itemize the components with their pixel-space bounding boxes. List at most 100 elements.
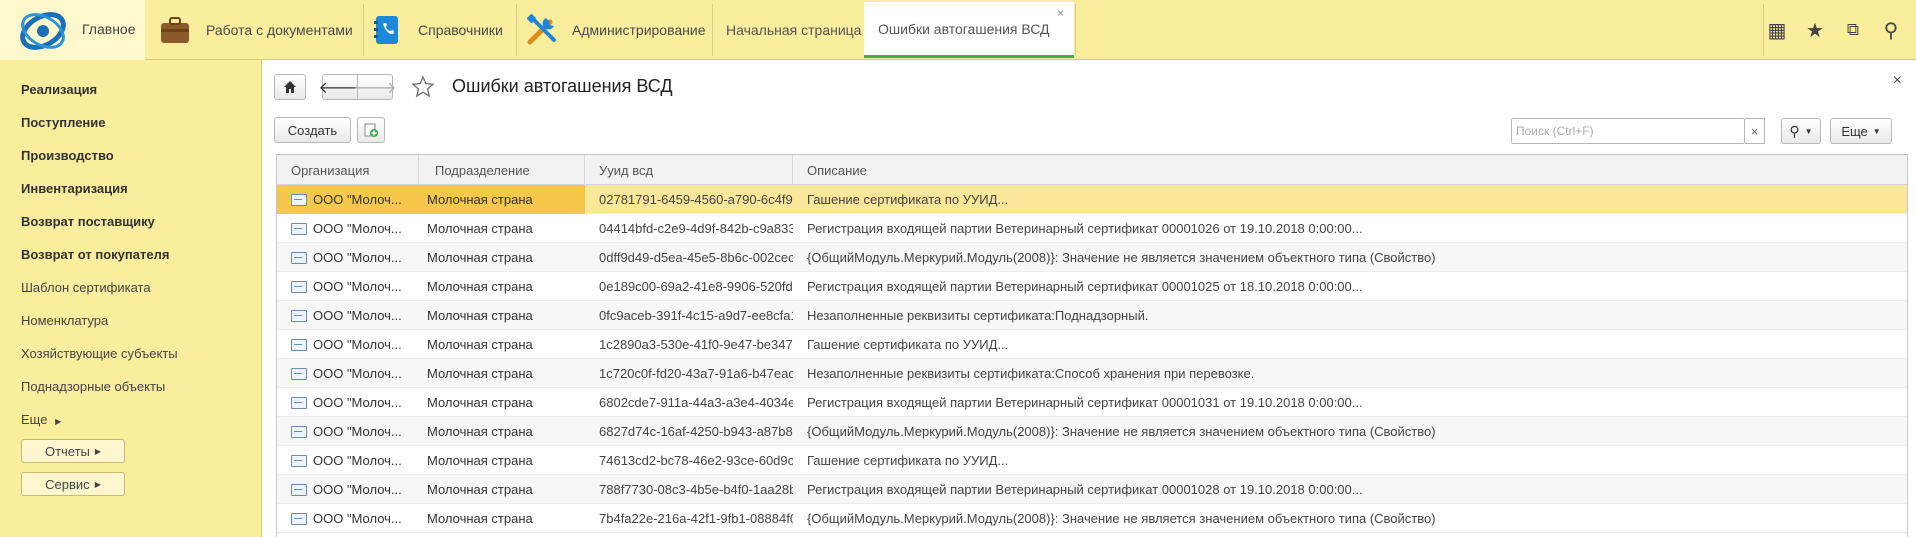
favorites-star-icon[interactable]: ★ xyxy=(1796,0,1834,60)
cell-uuid: 6802cde7-911a-44a3-a3e4-4034ee2... xyxy=(599,395,793,410)
more-button-label: Еще xyxy=(1841,123,1868,139)
table-header: Организация Подразделение Ууид всд Описа… xyxy=(277,155,1907,185)
caret-down-icon: ▼ xyxy=(1872,126,1881,136)
column-description[interactable]: Описание xyxy=(793,155,1907,185)
table-row[interactable]: ООО "Молоч... Молочная страна 0fc9aceb-3… xyxy=(277,301,1907,330)
sidebar-item-certificate-template[interactable]: Шаблон сертификата xyxy=(21,280,151,295)
sidebar-more[interactable]: Еще ▶ xyxy=(21,412,61,427)
home-section[interactable]: Главное xyxy=(0,0,145,60)
cell-organization: ООО "Молоч... xyxy=(277,475,419,504)
cell-division: Молочная страна xyxy=(427,221,533,236)
cell-division: Молочная страна xyxy=(427,482,533,497)
form-close-icon[interactable]: × xyxy=(1893,72,1902,90)
copy-button[interactable] xyxy=(357,117,385,143)
table-row[interactable]: ООО "Молоч... Молочная страна 7b4fa22e-2… xyxy=(277,504,1907,533)
sidebar-item-inventory[interactable]: Инвентаризация xyxy=(21,181,128,196)
service-button[interactable]: Сервис ▶ xyxy=(21,472,125,496)
errors-table: Организация Подразделение Ууид всд Описа… xyxy=(276,154,1908,537)
table-row[interactable]: ООО "Молоч... Молочная страна 0dff9d49-d… xyxy=(277,243,1907,272)
sidebar-item-production[interactable]: Производство xyxy=(21,148,114,163)
caret-right-icon: ▶ xyxy=(55,417,62,426)
cell-division: Молочная страна xyxy=(427,250,533,265)
phonebook-icon xyxy=(374,16,398,44)
cell-uuid: 0fc9aceb-391f-4c15-a9d7-ee8cfa1b8f... xyxy=(599,308,793,323)
cell-uuid: 7b4fa22e-216a-42f1-9fb1-08884f0ac28f xyxy=(599,511,793,526)
table-row[interactable]: ООО "Молоч... Молочная страна 74613cd2-b… xyxy=(277,446,1907,475)
cell-description: Гашение сертификата по УУИД... xyxy=(807,453,1009,468)
cell-uuid: 02781791-6459-4560-a790-6c4f9c1e... xyxy=(599,192,793,207)
sidebar-item-supervised-objects[interactable]: Поднадзорные объекты xyxy=(21,379,165,394)
sidebar-item-receipts[interactable]: Поступление xyxy=(21,115,106,130)
table-row[interactable]: ООО "Молоч... Молочная страна 0e189c00-6… xyxy=(277,272,1907,301)
magnifier-icon: ⚲ xyxy=(1789,122,1800,139)
sidebar-item-sales[interactable]: Реализация xyxy=(21,82,97,97)
history-icon[interactable]: ⧉ xyxy=(1834,0,1872,60)
record-icon xyxy=(291,367,307,380)
section-administration[interactable]: Администрирование xyxy=(524,0,706,60)
search-clear-icon[interactable]: × xyxy=(1745,118,1765,144)
favorite-star-icon[interactable] xyxy=(411,75,435,99)
column-division[interactable]: Подразделение xyxy=(419,155,585,185)
tab-home-page-label: Начальная страница xyxy=(726,22,862,38)
reports-button[interactable]: Отчеты ▶ xyxy=(21,439,125,463)
table-row[interactable]: ООО "Молоч... Молочная страна 04414bfd-c… xyxy=(277,214,1907,243)
sidebar-item-business-entities[interactable]: Хозяйствующие субъекты xyxy=(21,346,178,361)
create-button[interactable]: Создать xyxy=(274,117,351,143)
cell-division: Молочная страна xyxy=(427,366,533,381)
cell-description: Незаполненные реквизиты сертификата:Подн… xyxy=(807,308,1149,323)
tab-close-icon[interactable]: × xyxy=(1057,6,1064,20)
record-icon xyxy=(291,309,307,322)
sidebar-more-label: Еще xyxy=(21,412,48,427)
section-administration-label: Администрирование xyxy=(572,22,706,38)
search-options-button[interactable]: ⚲ ▼ xyxy=(1781,118,1821,144)
cell-division: Молочная страна xyxy=(427,337,533,352)
cell-uuid: 6827d74c-16af-4250-b943-a87b85d9... xyxy=(599,424,793,439)
sidebar-item-return-to-supplier[interactable]: Возврат поставщику xyxy=(21,214,155,229)
top-panel: Главное Работа с документами Справочники… xyxy=(0,0,1916,60)
cell-organization: ООО "Молоч... xyxy=(277,214,419,243)
global-search-icon[interactable]: ⚲ xyxy=(1872,0,1910,60)
top-separator xyxy=(1075,4,1076,56)
table-row[interactable]: ООО "Молоч... Молочная страна 02781791-6… xyxy=(277,185,1907,214)
table-row[interactable]: ООО "Молоч... Молочная страна 6802cde7-9… xyxy=(277,388,1907,417)
logo-icon xyxy=(20,12,66,50)
column-uuid[interactable]: Ууид всд xyxy=(585,155,793,185)
sidebar: Реализация Поступление Производство Инве… xyxy=(0,60,262,537)
sidebar-item-return-from-customer[interactable]: Возврат от покупателя xyxy=(21,247,169,262)
section-references[interactable]: Справочники xyxy=(370,0,503,60)
forward-button[interactable]: 🡒 xyxy=(354,74,396,100)
tab-home-page[interactable]: Начальная страница xyxy=(714,2,862,58)
home-button[interactable] xyxy=(274,74,306,100)
cell-description: Незаполненные реквизиты сертификата:Спос… xyxy=(807,366,1255,381)
column-organization[interactable]: Организация xyxy=(277,155,419,185)
record-icon xyxy=(291,251,307,264)
section-documents-label: Работа с документами xyxy=(206,22,353,38)
cell-division: Молочная страна xyxy=(427,511,533,526)
table-row[interactable]: ООО "Молоч... Молочная страна 1c720c0f-f… xyxy=(277,359,1907,388)
cell-organization: ООО "Молоч... xyxy=(277,301,419,330)
more-button[interactable]: Еще ▼ xyxy=(1830,118,1892,144)
cell-uuid: 04414bfd-c2e9-4d9f-842b-c9a83344... xyxy=(599,221,793,236)
section-references-label: Справочники xyxy=(418,22,503,38)
tab-autoclose-errors[interactable]: Ошибки автогашения ВСД × xyxy=(864,2,1074,58)
cell-uuid: 0e189c00-69a2-41e8-9906-520fd8a8... xyxy=(599,279,793,294)
record-icon xyxy=(291,193,307,206)
record-icon xyxy=(291,483,307,496)
cell-organization: ООО "Молоч... xyxy=(277,330,419,359)
cell-organization: ООО "Молоч... xyxy=(277,243,419,272)
cell-description: Регистрация входящей партии Ветеринарный… xyxy=(807,395,1363,410)
cell-description: Регистрация входящей партии Ветеринарный… xyxy=(807,221,1363,236)
cell-description: {ОбщийМодуль.Меркурий.Модуль(2008)}: Зна… xyxy=(807,250,1436,265)
cell-organization: ООО "Молоч... xyxy=(277,504,419,533)
apps-grid-icon[interactable]: ▦ xyxy=(1758,0,1796,60)
cell-organization: ООО "Молоч... xyxy=(277,388,419,417)
cell-description: Регистрация входящей партии Ветеринарный… xyxy=(807,482,1363,497)
section-documents[interactable]: Работа с документами xyxy=(158,0,353,60)
cell-description: {ОбщийМодуль.Меркурий.Модуль(2008)}: Зна… xyxy=(807,424,1436,439)
table-row[interactable]: ООО "Молоч... Молочная страна 1c2890a3-5… xyxy=(277,330,1907,359)
record-icon xyxy=(291,338,307,351)
table-row[interactable]: ООО "Молоч... Молочная страна 6827d74c-1… xyxy=(277,417,1907,446)
search-input[interactable] xyxy=(1511,118,1745,144)
table-row[interactable]: ООО "Молоч... Молочная страна 788f7730-0… xyxy=(277,475,1907,504)
sidebar-item-nomenclature[interactable]: Номенклатура xyxy=(21,313,108,328)
